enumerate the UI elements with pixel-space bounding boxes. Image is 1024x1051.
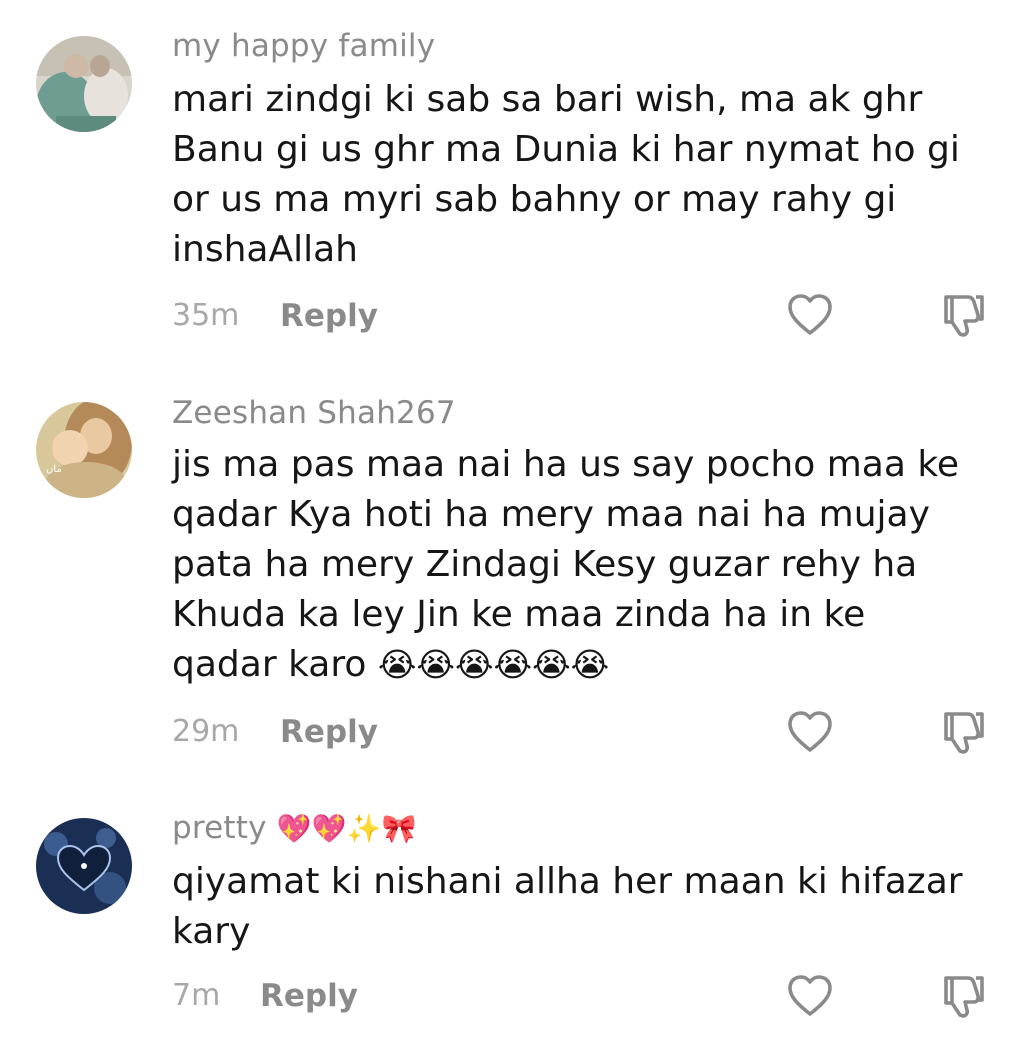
username[interactable]: my happy family <box>172 28 435 64</box>
reply-button[interactable]: Reply <box>260 976 358 1016</box>
username-text: pretty <box>172 810 267 846</box>
avatar[interactable] <box>36 36 132 132</box>
timestamp: 35m <box>172 298 240 333</box>
reply-button[interactable]: Reply <box>280 712 378 752</box>
thumbs-down-icon[interactable] <box>938 708 986 756</box>
thumbs-down-icon[interactable] <box>938 972 986 1020</box>
heart-night-sky-avatar <box>36 818 132 914</box>
comment-text: jis ma pas maa nai ha us say pocho maa k… <box>172 440 1002 690</box>
timestamp: 29m <box>172 714 240 749</box>
heart-outline-icon[interactable] <box>786 972 834 1020</box>
comment-meta: 7m Reply <box>172 976 872 1016</box>
timestamp: 7m <box>172 978 221 1013</box>
avatar[interactable] <box>36 818 132 914</box>
thumbs-down-icon[interactable] <box>938 291 986 339</box>
avatar[interactable]: ماں <box>36 402 132 498</box>
family-photo-avatar <box>36 36 132 132</box>
heart-outline-icon[interactable] <box>786 708 834 756</box>
comment-text: mari zindgi ki sab sa bari wish, ma ak g… <box>172 79 960 270</box>
comment-meta: 35m Reply <box>172 296 872 336</box>
reply-button[interactable]: Reply <box>280 296 378 336</box>
crying-emoji-group: 😭😭😭😭😭😭 <box>377 645 610 684</box>
username-emojis: 💖💖✨🎀 <box>276 812 417 845</box>
mother-child-painting-avatar: ماں <box>36 402 132 498</box>
comment-meta: 29m Reply <box>172 712 872 752</box>
comment-text: qiyamat ki nishani allha her maan ki hif… <box>172 861 963 952</box>
username[interactable]: pretty 💖💖✨🎀 <box>172 810 417 847</box>
svg-text:ماں: ماں <box>46 464 62 475</box>
comment-item: ماں Zeeshan Shah267 jis ma pas maa nai h… <box>0 360 1024 780</box>
heart-outline-icon[interactable] <box>786 291 834 339</box>
username[interactable]: Zeeshan Shah267 <box>172 395 456 431</box>
comment-item: pretty 💖💖✨🎀 qiyamat ki nishani allha her… <box>0 780 1024 1051</box>
comment-item: my happy family mari zindgi ki sab sa ba… <box>0 0 1024 360</box>
